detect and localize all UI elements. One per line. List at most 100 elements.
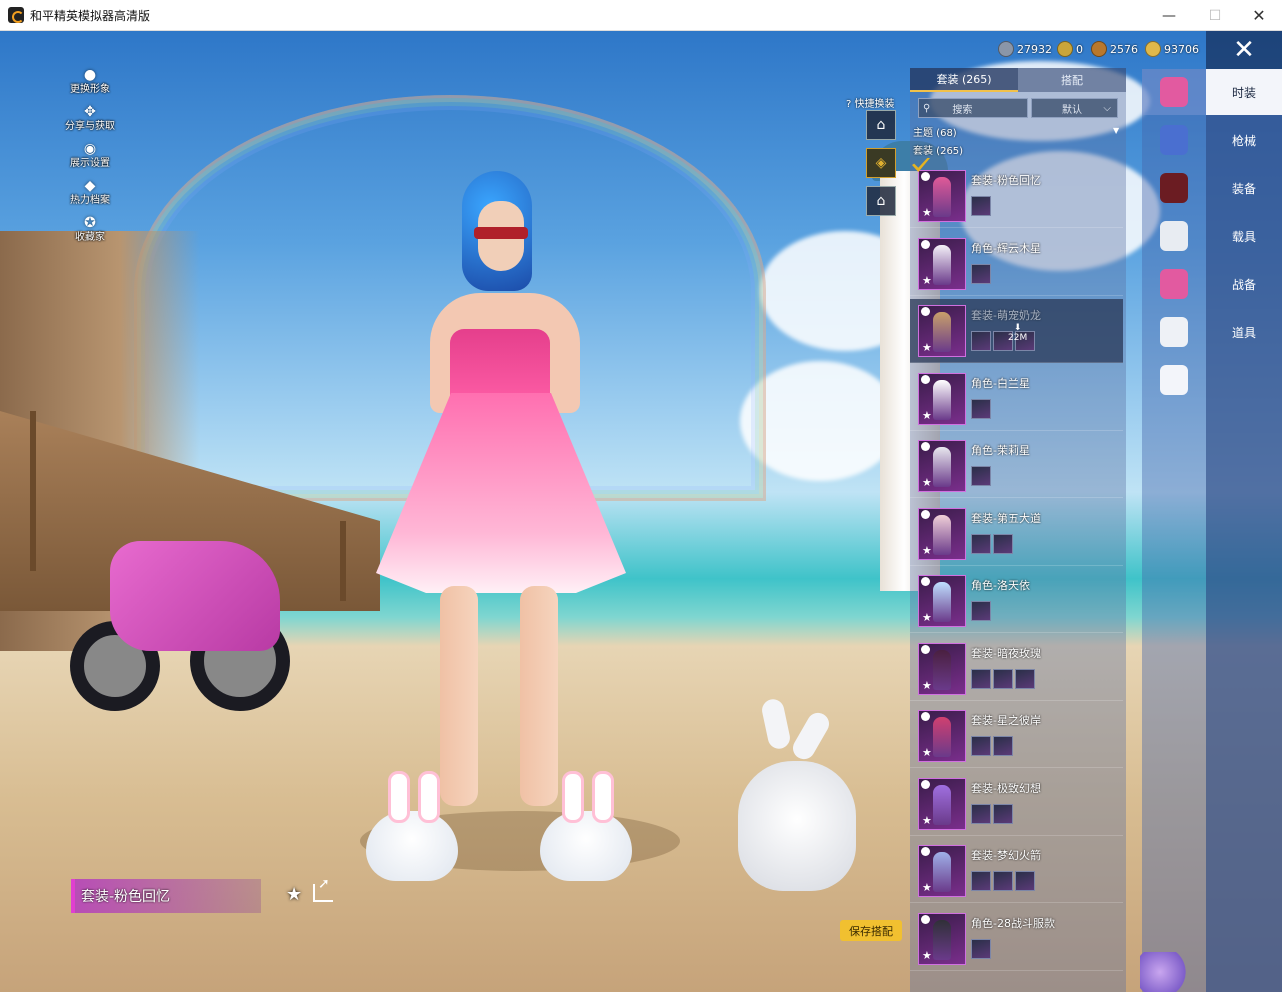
pants-icon-glyph: [1160, 317, 1188, 347]
costume-icon[interactable]: [1142, 261, 1206, 307]
triangle-down-icon[interactable]: ▼: [1113, 126, 1119, 135]
outfit-part-thumbnail[interactable]: [971, 263, 991, 284]
menu-change-appearance[interactable]: ● 更换形象: [60, 66, 120, 103]
menu-profile[interactable]: ◆ 热力档案: [60, 177, 120, 214]
outfit-list-item[interactable]: ★ 角色-茉莉星: [910, 434, 1123, 498]
quick-change-slot-2[interactable]: ◈: [866, 148, 896, 178]
outfit-figure: [933, 852, 951, 892]
outfit-part-thumbnails: [971, 803, 1013, 824]
currency-value: 27932: [1017, 42, 1052, 56]
close-window-button[interactable]: ✕: [1236, 0, 1282, 31]
outfit-part-thumbnail[interactable]: [993, 668, 1013, 689]
category-tab[interactable]: 装备: [1206, 165, 1282, 211]
outfit-list-item[interactable]: ★ 角色-辉云木星: [910, 232, 1123, 296]
shoes-icon-glyph: [1160, 365, 1188, 395]
rarity-badge-icon: [921, 172, 930, 181]
outfit-part-thumbnail[interactable]: [971, 668, 991, 689]
outfit-part-thumbnail[interactable]: [971, 533, 991, 554]
outfit-part-thumbnail[interactable]: [971, 803, 991, 824]
menu-share[interactable]: ✥ 分享与获取: [60, 103, 120, 140]
pet-ear: [788, 708, 834, 764]
save-outfit-button[interactable]: 保存搭配: [840, 920, 902, 941]
outfit-list-item[interactable]: ★ 套装-萌宠奶龙 ⬇ 22M: [910, 299, 1123, 363]
outfit-part-thumbnail[interactable]: [1015, 871, 1035, 891]
category-tab[interactable]: 枪械: [1206, 117, 1282, 163]
category-tab[interactable]: 道具: [1206, 309, 1282, 355]
outfit-panel: 套装 (265) 搭配 ⚲ 搜索 默认 ⌵ 主题 (68) ▼ 套装 (265)…: [910, 68, 1126, 992]
outfit-part-thumbnail[interactable]: [993, 736, 1013, 756]
sort-dropdown[interactable]: 默认 ⌵: [1031, 98, 1118, 118]
outfit-part-thumbnail[interactable]: [971, 601, 991, 621]
gun-icon[interactable]: [1142, 117, 1206, 163]
group-outfits[interactable]: 套装 (265): [913, 142, 963, 157]
outfit-list-item[interactable]: ★ 套装-梦幻火箭: [910, 839, 1123, 903]
outfit-part-thumbnails: [971, 533, 1013, 554]
tab-match[interactable]: 搭配: [1018, 68, 1126, 92]
outfit-list-item[interactable]: ★ 套装-粉色回忆: [910, 158, 1123, 228]
close-panel-button[interactable]: ✕: [1206, 31, 1282, 69]
outfit-figure: [933, 514, 951, 555]
pants-icon[interactable]: [1142, 309, 1206, 355]
outfit-list-item[interactable]: ★ 角色-28战斗服款: [910, 907, 1123, 971]
outfit-thumbnail: ★: [918, 642, 966, 695]
quick-change-slot-3[interactable]: ⌂: [866, 186, 896, 216]
star-icon: ★: [922, 813, 932, 827]
character-leg-left: [440, 586, 478, 806]
outfit-list-item[interactable]: ★ 套装-第五大道: [910, 502, 1123, 566]
bunny-slipper-left: [366, 771, 458, 881]
outfit-part-thumbnail[interactable]: [993, 871, 1013, 891]
maximize-button[interactable]: ☐: [1192, 0, 1238, 31]
moto-body: [110, 541, 280, 651]
rarity-badge-icon: [921, 509, 930, 519]
shoes-icon[interactable]: [1142, 357, 1206, 403]
outfit-part-thumbnail[interactable]: [971, 331, 991, 351]
outfit-name: 角色-28战斗服款: [971, 916, 1055, 930]
outfit-list-item[interactable]: ★ 角色-白兰星: [910, 367, 1123, 431]
tab-outfits[interactable]: 套装 (265): [910, 68, 1018, 92]
helmet-icon[interactable]: [1142, 165, 1206, 211]
search-row: ⚲ 搜索 默认 ⌵: [918, 98, 1118, 118]
outfit-thumbnail: ★: [918, 575, 966, 627]
outfit-thumbnail: ★: [918, 710, 966, 762]
share-export-icon[interactable]: [313, 876, 333, 902]
currency-gold: 0: [1057, 40, 1083, 58]
outfit-part-thumbnail[interactable]: [971, 871, 991, 891]
favorite-star-icon[interactable]: ★: [286, 884, 302, 905]
outfit-part-thumbnail[interactable]: [971, 466, 991, 486]
star-icon: ★: [922, 206, 932, 219]
group-theme[interactable]: 主题 (68): [913, 124, 957, 139]
outfit-figure: [933, 379, 951, 420]
panel-tabs: 套装 (265) 搭配: [910, 68, 1126, 92]
outfit-part-thumbnail[interactable]: [993, 533, 1013, 554]
outfit-part-thumbnails: [971, 871, 1035, 891]
menu-label: 收藏家: [75, 232, 105, 243]
outfit-list-item[interactable]: ★ 套装-暗夜玫瑰: [910, 637, 1123, 701]
outfit-part-thumbnail[interactable]: [971, 398, 991, 419]
menu-display-settings[interactable]: ◉ 展示设置: [60, 140, 120, 177]
menu-collector[interactable]: ✪ 收藏家: [60, 214, 120, 251]
outfit-name: 套装-暗夜玫瑰: [971, 646, 1041, 660]
outfit-part-thumbnail[interactable]: [971, 938, 991, 959]
rarity-badge-icon: [921, 644, 930, 654]
star-icon: ★: [922, 948, 932, 962]
download-badge[interactable]: ⬇ 22M: [1008, 323, 1027, 343]
outfit-part-thumbnail[interactable]: [971, 736, 991, 756]
outfit-figure: [933, 244, 951, 285]
outfit-list-item[interactable]: ★ 角色-洛天依: [910, 569, 1123, 633]
minimize-button[interactable]: —: [1146, 0, 1192, 31]
search-input[interactable]: ⚲ 搜索: [918, 98, 1028, 118]
mask-icon[interactable]: [1142, 213, 1206, 259]
outfit-thumbnail: ★: [918, 372, 966, 425]
mask-icon-glyph: [1160, 221, 1188, 251]
quick-change-slot-1[interactable]: ⌂: [866, 110, 896, 140]
outfit-part-thumbnail[interactable]: [1015, 668, 1035, 689]
gold-coin-icon: [1057, 41, 1073, 57]
outfit-part-thumbnail[interactable]: [993, 803, 1013, 824]
category-tab[interactable]: 时装: [1206, 69, 1282, 115]
outfit-list-item[interactable]: ★ 套装-星之彼岸: [910, 704, 1123, 768]
outfit-part-thumbnail[interactable]: [971, 196, 991, 216]
outfit-icon[interactable]: [1142, 69, 1206, 115]
category-tab[interactable]: 战备: [1206, 261, 1282, 307]
outfit-list-item[interactable]: ★ 套装-极致幻想: [910, 772, 1123, 836]
category-tab[interactable]: 载具: [1206, 213, 1282, 259]
